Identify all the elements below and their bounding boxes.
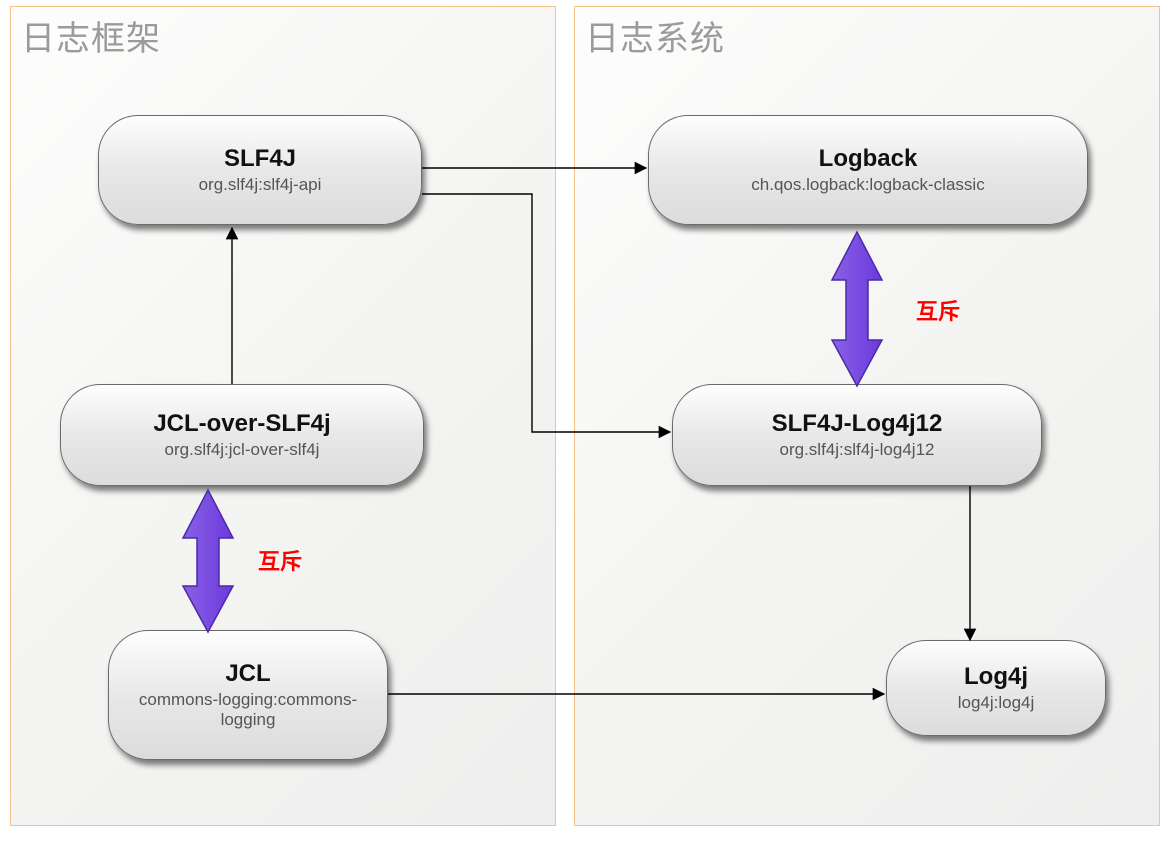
node-log4j-title: Log4j xyxy=(964,663,1028,691)
node-slf4j-log4j12: SLF4J-Log4j12 org.slf4j:slf4j-log4j12 xyxy=(672,384,1042,486)
node-slf4j-log4j12-title: SLF4J-Log4j12 xyxy=(772,410,943,438)
node-jcl-over-slf4j-sub: org.slf4j:jcl-over-slf4j xyxy=(165,440,320,460)
node-slf4j-log4j12-sub: org.slf4j:slf4j-log4j12 xyxy=(780,440,935,460)
node-jcl-over-slf4j: JCL-over-SLF4j org.slf4j:jcl-over-slf4j xyxy=(60,384,424,486)
node-jcl-sub: commons-logging:commons-logging xyxy=(123,690,373,731)
node-slf4j-sub: org.slf4j:slf4j-api xyxy=(199,175,322,195)
node-logback-title: Logback xyxy=(819,145,918,173)
node-logback: Logback ch.qos.logback:logback-classic xyxy=(648,115,1088,225)
node-logback-sub: ch.qos.logback:logback-classic xyxy=(751,175,984,195)
node-slf4j-title: SLF4J xyxy=(224,145,296,173)
node-jcl-title: JCL xyxy=(225,660,270,688)
node-log4j: Log4j log4j:log4j xyxy=(886,640,1106,736)
group-logging-systems-label: 日志系统 xyxy=(585,11,725,60)
diagram-canvas: 日志框架 日志系统 SLF4J org.slf4j:slf4j-api JCL-… xyxy=(0,0,1170,845)
mutex-label-left: 互斥 xyxy=(258,544,302,576)
mutex-label-right: 互斥 xyxy=(916,294,960,326)
node-jcl-over-slf4j-title: JCL-over-SLF4j xyxy=(153,410,330,438)
group-logging-frameworks-label: 日志框架 xyxy=(21,11,161,60)
node-log4j-sub: log4j:log4j xyxy=(958,693,1035,713)
node-slf4j: SLF4J org.slf4j:slf4j-api xyxy=(98,115,422,225)
node-jcl: JCL commons-logging:commons-logging xyxy=(108,630,388,760)
